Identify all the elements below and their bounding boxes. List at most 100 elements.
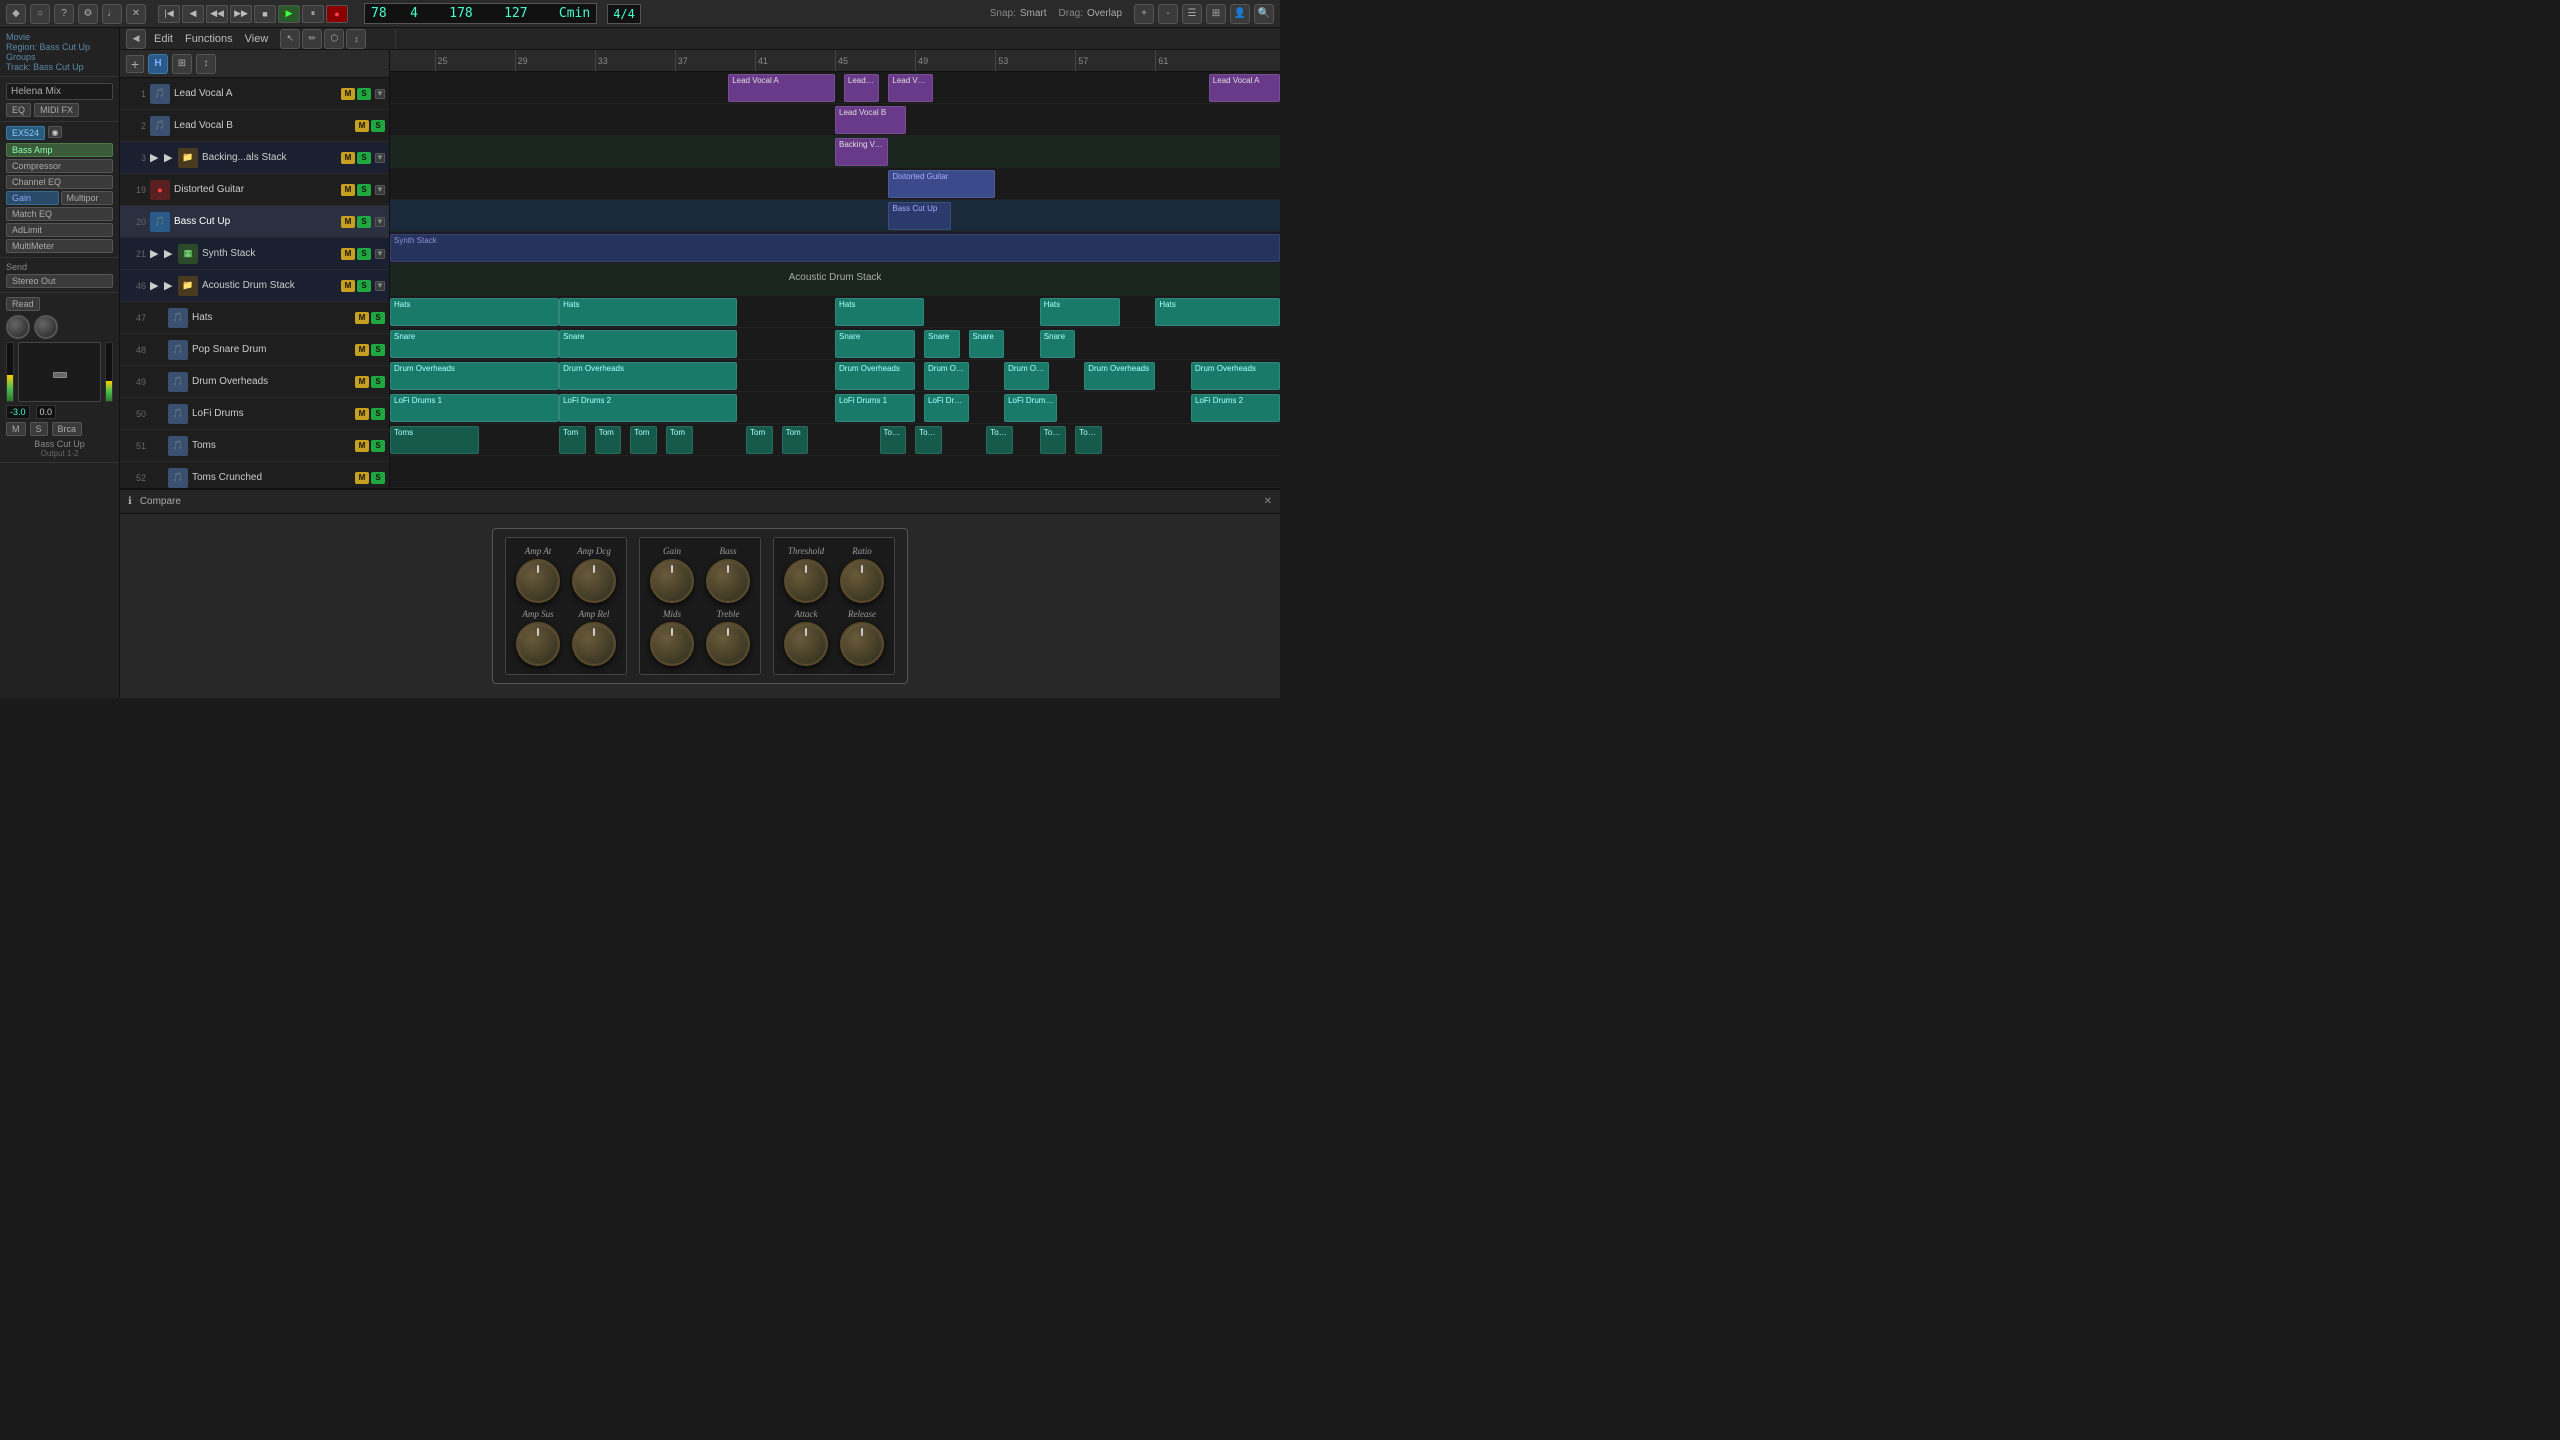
track-row-toms[interactable]: 51 🎵 Toms M S <box>120 430 389 462</box>
clip-lofi1[interactable]: LoFi Drums 1 <box>390 394 559 422</box>
expand-btn[interactable]: ▼ <box>375 153 385 163</box>
channel-eq-btn[interactable]: Channel EQ <box>6 175 113 189</box>
compare-btn[interactable]: Compare <box>140 496 181 507</box>
knob-amp-dcg[interactable] <box>572 559 616 603</box>
expand-btn[interactable]: ▼ <box>375 185 385 195</box>
preset-name[interactable]: Helena Mix <box>6 83 113 100</box>
knob-amp-rel[interactable] <box>572 622 616 666</box>
mute-btn[interactable]: M <box>341 184 355 196</box>
drag-mode[interactable]: Overlap <box>1087 8 1122 19</box>
play-prev-btn[interactable]: ◀ <box>182 5 204 23</box>
expand-btn[interactable]: ▼ <box>375 249 385 259</box>
loop-icon[interactable]: ○ <box>30 4 50 24</box>
solo-btn[interactable]: S <box>371 344 385 356</box>
solo-btn[interactable]: S <box>30 422 48 436</box>
tool-4-btn[interactable]: ↕ <box>346 29 366 49</box>
knob-ratio[interactable] <box>840 559 884 603</box>
rewind-btn[interactable]: ◀◀ <box>206 5 228 23</box>
clip-lead-vocal-toke[interactable]: Lead Vocal A: Toke 1 <box>888 74 933 102</box>
app-icon[interactable]: ◆ <box>6 4 26 24</box>
mute-btn[interactable]: M <box>341 152 355 164</box>
help-icon[interactable]: ? <box>54 4 74 24</box>
clip-toms12[interactable]: Toms <box>1075 426 1102 454</box>
stop-btn[interactable]: ■ <box>254 5 276 23</box>
volume-fader[interactable] <box>18 342 101 402</box>
track-row-toms-crunched[interactable]: 52 🎵 Toms Crunched M S <box>120 462 389 488</box>
mute-btn[interactable]: M <box>355 440 369 452</box>
record-btn[interactable]: ● <box>326 5 348 23</box>
track-row-backing[interactable]: 3 ▶ ▶ 📁 Backing...als Stack M S ▼ <box>120 142 389 174</box>
fast-forward-btn[interactable]: ▶▶ <box>230 5 252 23</box>
snap-mode[interactable]: Smart <box>1020 8 1047 19</box>
clip-overheads3[interactable]: Drum Overheads <box>835 362 915 390</box>
search-icon[interactable]: 🔍 <box>1254 4 1274 24</box>
clip-lofi6[interactable]: LoFi Drums 2 <box>1191 394 1280 422</box>
knob-gain[interactable] <box>650 559 694 603</box>
clip-toms2[interactable]: Tom <box>559 426 586 454</box>
mute-btn[interactable]: M <box>355 408 369 420</box>
expand-arrow2[interactable]: ▶ <box>164 247 174 260</box>
expand-btn[interactable]: ▼ <box>375 89 385 99</box>
stereo-out-btn[interactable]: Stereo Out <box>6 274 113 288</box>
zoom-in-btn[interactable]: + <box>1134 4 1154 24</box>
clip-toms9[interactable]: Toms <box>915 426 942 454</box>
expand-arrow[interactable]: ▶ <box>150 151 160 164</box>
knob-treble[interactable] <box>706 622 750 666</box>
clip-lofi5[interactable]: LoFi Drums 2 <box>1004 394 1057 422</box>
track-row-lofi[interactable]: 50 🎵 LoFi Drums M S <box>120 398 389 430</box>
gain-btn[interactable]: Gain <box>6 191 59 205</box>
knob-bass[interactable] <box>706 559 750 603</box>
track-row-snare[interactable]: 48 🎵 Pop Snare Drum M S <box>120 334 389 366</box>
clip-hats4[interactable]: Hats <box>1040 298 1120 326</box>
clip-snare2[interactable]: Snare <box>559 330 737 358</box>
knob-release[interactable] <box>840 622 884 666</box>
track-row-hats[interactable]: 47 🎵 Hats M S <box>120 302 389 334</box>
mute-btn[interactable]: M <box>341 216 355 228</box>
list-view-btn[interactable]: ☰ <box>1182 4 1202 24</box>
grid-view-btn[interactable]: ⊞ <box>1206 4 1226 24</box>
x-icon[interactable]: ✕ <box>126 4 146 24</box>
clip-snare5[interactable]: Snare <box>969 330 1005 358</box>
solo-btn[interactable]: S <box>357 184 371 196</box>
track-row-acoustic-drum[interactable]: 46 ▶ ▶ 📁 Acoustic Drum Stack M S ▼ <box>120 270 389 302</box>
back-btn[interactable]: ◀ <box>126 29 146 49</box>
clip-overheads1[interactable]: Drum Overheads <box>390 362 559 390</box>
clip-snare1[interactable]: Snare <box>390 330 559 358</box>
eq2-power-btn[interactable]: ◉ <box>48 126 62 138</box>
clip-hats3[interactable]: Hats <box>835 298 924 326</box>
grid-btn[interactable]: ⊞ <box>172 54 192 74</box>
add-track-btn[interactable]: + <box>126 55 144 73</box>
metronome-icon[interactable]: ♩ <box>102 4 122 24</box>
solo-btn[interactable]: S <box>357 216 371 228</box>
knob-amp-sus[interactable] <box>516 622 560 666</box>
tool-3-btn[interactable]: ⬡ <box>324 29 344 49</box>
track-row[interactable]: 1 🎵 Lead Vocal A M S ▼ <box>120 78 389 110</box>
knob-mids[interactable] <box>650 622 694 666</box>
multipressor-btn[interactable]: Multipor <box>61 191 114 205</box>
tracks-scroll[interactable]: Lead Vocal A Lead Vocal A Lead Vocal A: … <box>390 72 1280 488</box>
groups-breadcrumb[interactable]: Groups <box>6 52 113 62</box>
clip-snare3[interactable]: Snare <box>835 330 915 358</box>
clip-backing-vocals[interactable]: Backing Vocals Stack <box>835 138 888 166</box>
track-row-distorted-guitar[interactable]: 19 ● Distorted Guitar M S ▼ <box>120 174 389 206</box>
solo-btn[interactable]: S <box>357 248 371 260</box>
clip-toms8[interactable]: Toms <box>880 426 907 454</box>
match-eq-btn[interactable]: Match EQ <box>6 207 113 221</box>
rewind-start-btn[interactable]: |◀ <box>158 5 180 23</box>
bass-amp-btn[interactable]: Bass Amp <box>6 143 113 157</box>
clip-snare6[interactable]: Snare <box>1040 330 1076 358</box>
track-row-synth-stack[interactable]: 21 ▶ ▶ ▦ Synth Stack M S ▼ <box>120 238 389 270</box>
clip-distorted-guitar[interactable]: Distorted Guitar <box>888 170 995 198</box>
clip-toms11[interactable]: Toms <box>1040 426 1067 454</box>
expand-arrow[interactable]: ▶ <box>150 279 160 292</box>
clip-toms3[interactable]: Tom <box>595 426 622 454</box>
compressor-btn[interactable]: Compressor <box>6 159 113 173</box>
mute-btn[interactable]: M <box>355 472 369 484</box>
solo-btn[interactable]: S <box>371 312 385 324</box>
user-icon[interactable]: 👤 <box>1230 4 1250 24</box>
clip-lead-vocal-a1[interactable]: Lead Vocal A <box>728 74 835 102</box>
eq-btn[interactable]: EQ <box>6 103 31 117</box>
expand-arrow[interactable]: ▶ <box>150 247 160 260</box>
clip-overheads6[interactable]: Drum Overheads <box>1084 362 1155 390</box>
clip-toms10[interactable]: Toms <box>986 426 1013 454</box>
